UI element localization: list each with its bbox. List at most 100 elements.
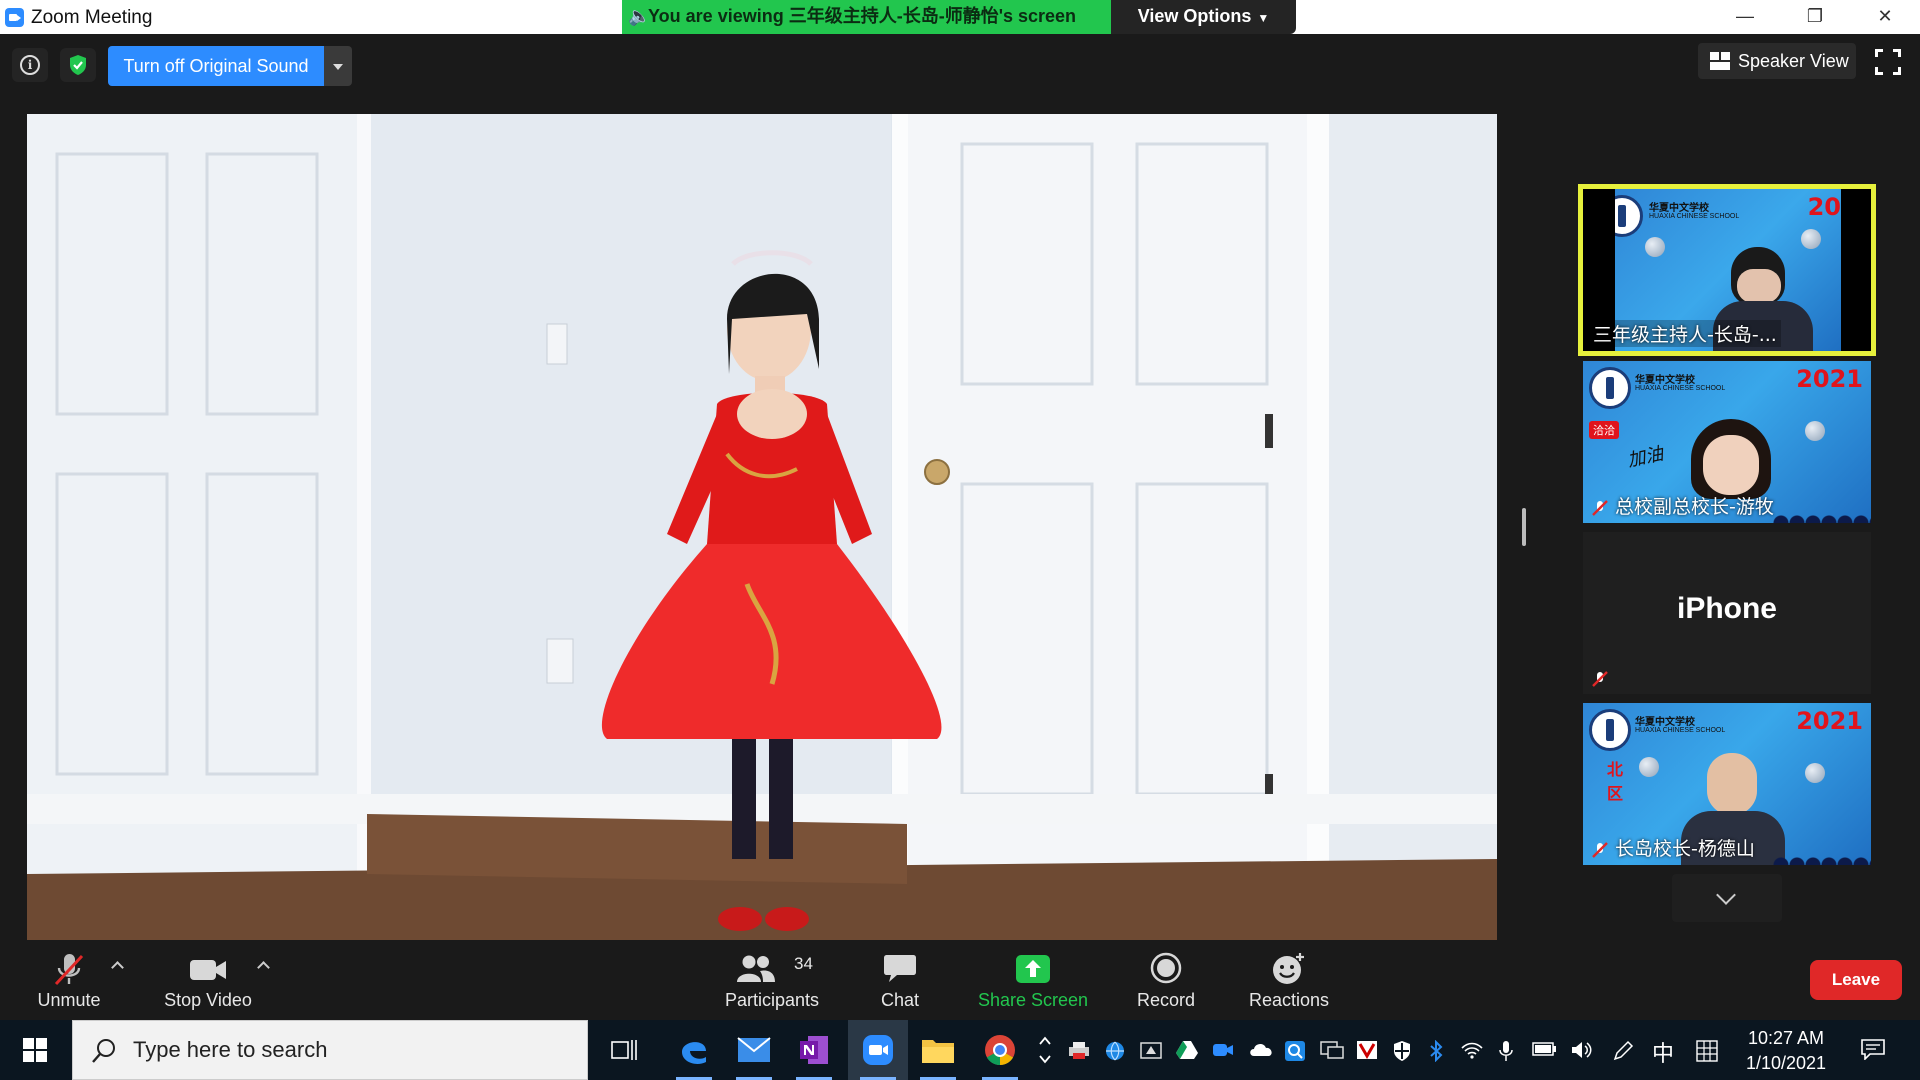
restore-button[interactable]: ❐ bbox=[1780, 0, 1850, 34]
task-view-icon bbox=[611, 1040, 637, 1060]
gallery-tile[interactable]: 华夏中文学校 HUAXIA CHINESE SCHOOL 20 三年级主持人-长… bbox=[1578, 184, 1876, 356]
tile-name: 三年级主持人-长岛-... bbox=[1589, 320, 1781, 347]
gallery-tile[interactable]: 华夏中文学校 HUAXIA CHINESE SCHOOL 2021 北区 长岛校… bbox=[1583, 703, 1871, 865]
speaker-view-button[interactable]: Speaker View bbox=[1698, 43, 1856, 79]
tray-display-icon[interactable] bbox=[1320, 1040, 1344, 1060]
title-bar: Zoom Meeting 🔈You are viewing 三年级主持人-长岛-… bbox=[0, 0, 1920, 34]
share-banner-text: You are viewing 三年级主持人-长岛-师静怡's screen bbox=[648, 6, 1077, 26]
record-label: Record bbox=[1136, 990, 1196, 1010]
unmute-button[interactable]: Unmute bbox=[24, 940, 114, 1020]
stop-video-button[interactable]: Stop Video bbox=[156, 940, 260, 1020]
tray-ime-language[interactable]: 中 bbox=[1652, 1036, 1676, 1067]
tray-overflow-chevron-icon[interactable] bbox=[1038, 1034, 1052, 1064]
search-icon bbox=[92, 1039, 115, 1063]
taskbar-edge[interactable] bbox=[664, 1020, 724, 1080]
tile-school-name: 华夏中文学校 bbox=[1635, 375, 1695, 386]
tray-battery-icon[interactable] bbox=[1532, 1040, 1556, 1060]
tray-wifi-icon[interactable] bbox=[1460, 1040, 1483, 1060]
record-button[interactable]: Record bbox=[1122, 940, 1210, 1020]
tile-school-name: 华夏中文学校 bbox=[1635, 717, 1695, 728]
zoom-window: Zoom Meeting 🔈You are viewing 三年级主持人-长岛-… bbox=[0, 0, 1920, 1080]
action-center-button[interactable] bbox=[1860, 1038, 1886, 1061]
video-options-caret[interactable] bbox=[256, 958, 270, 972]
reactions-button[interactable]: Reactions bbox=[1242, 940, 1336, 1020]
tray-defender-shield-icon[interactable] bbox=[1392, 1040, 1414, 1061]
participants-button[interactable]: 34 Participants bbox=[718, 940, 826, 1020]
taskbar-chrome[interactable] bbox=[970, 1020, 1030, 1080]
fullscreen-button[interactable] bbox=[1875, 49, 1901, 75]
video-frame bbox=[27, 114, 1497, 940]
gallery-scroll-down-button[interactable] bbox=[1672, 874, 1782, 922]
taskbar-clock[interactable]: 10:27 AM 1/10/2021 bbox=[1736, 1026, 1836, 1076]
tray-pen-icon[interactable] bbox=[1612, 1040, 1634, 1061]
tile-year: 20 bbox=[1807, 193, 1841, 221]
mic-muted-icon bbox=[1592, 671, 1608, 687]
onenote-icon bbox=[800, 1036, 828, 1064]
tray-globe-icon[interactable] bbox=[1104, 1040, 1126, 1061]
windows-start-button[interactable] bbox=[0, 1020, 70, 1080]
taskbar-search-box[interactable]: Type here to search bbox=[72, 1020, 588, 1080]
leave-button[interactable]: Leave bbox=[1810, 960, 1902, 1000]
original-sound-button[interactable]: Turn off Original Sound bbox=[108, 46, 324, 86]
participant-face bbox=[1737, 269, 1781, 303]
zoom-app-icon bbox=[5, 8, 24, 27]
microphone-graphic-icon bbox=[1805, 763, 1825, 783]
participants-icon bbox=[737, 955, 775, 982]
participant-face bbox=[1703, 435, 1759, 495]
clock-time: 10:27 AM bbox=[1747, 1028, 1825, 1048]
tray-google-drive-icon[interactable] bbox=[1176, 1040, 1198, 1060]
gallery-tile[interactable]: 华夏中文学校 HUAXIA CHINESE SCHOOL 2021 洽洽 加油 … bbox=[1583, 361, 1871, 523]
tray-onedrive-cloud-icon[interactable] bbox=[1248, 1040, 1272, 1060]
school-logo-icon bbox=[1615, 195, 1643, 237]
taskbar-onenote[interactable] bbox=[784, 1020, 844, 1080]
close-button[interactable]: ✕ bbox=[1850, 0, 1920, 34]
edge-browser-icon bbox=[682, 1042, 706, 1064]
stop-video-label: Stop Video bbox=[164, 990, 252, 1010]
taskbar-file-explorer[interactable] bbox=[908, 1020, 968, 1080]
tile-name: 长岛校长-杨德山 bbox=[1615, 838, 1755, 860]
audio-options-caret[interactable] bbox=[110, 958, 124, 972]
windows-taskbar: Type here to search 中 10:27 AM 1/10/2021 bbox=[0, 1020, 1920, 1080]
window-title: Zoom Meeting bbox=[31, 7, 153, 28]
tile-badge: 洽洽 bbox=[1589, 421, 1619, 439]
tile-year: 2021 bbox=[1796, 707, 1863, 735]
mail-icon bbox=[737, 1037, 771, 1062]
security-shield-button[interactable] bbox=[60, 48, 96, 82]
task-view-button[interactable] bbox=[594, 1020, 654, 1080]
tray-ime-mode-icon[interactable] bbox=[1696, 1040, 1718, 1062]
microphone-graphic-icon bbox=[1645, 237, 1665, 257]
mic-muted-icon bbox=[54, 954, 84, 986]
tile-school-en: HUAXIA CHINESE SCHOOL bbox=[1635, 727, 1726, 734]
tray-drive-icon[interactable] bbox=[1140, 1040, 1162, 1060]
minimize-button[interactable]: — bbox=[1710, 0, 1780, 34]
tray-printer-icon[interactable] bbox=[1068, 1040, 1090, 1060]
tray-search-app-icon[interactable] bbox=[1284, 1040, 1306, 1061]
participant-face bbox=[1707, 753, 1757, 815]
chat-button[interactable]: Chat bbox=[862, 940, 938, 1020]
microphone-graphic-icon bbox=[1639, 757, 1659, 777]
view-options-button[interactable]: View Options ▼ bbox=[1111, 0, 1296, 34]
tile-name-large: iPhone bbox=[1676, 592, 1777, 625]
participants-label: Participants bbox=[724, 990, 820, 1010]
search-placeholder: Type here to search bbox=[133, 1037, 328, 1062]
share-screen-button[interactable]: Share Screen bbox=[974, 940, 1092, 1020]
speaker-view-icon bbox=[1710, 52, 1730, 70]
tray-microphone-icon[interactable] bbox=[1498, 1040, 1520, 1061]
tile-name: 总校副总校长-游牧 bbox=[1615, 496, 1774, 518]
taskbar-mail[interactable] bbox=[724, 1020, 784, 1080]
tray-volume-icon[interactable] bbox=[1570, 1040, 1592, 1060]
windows-logo-icon bbox=[23, 1038, 47, 1062]
tile-region-text: 北区 bbox=[1607, 762, 1624, 803]
zoom-app-icon bbox=[863, 1035, 893, 1065]
microphone-graphic-icon bbox=[1801, 229, 1821, 249]
tray-bluetooth-icon[interactable] bbox=[1428, 1039, 1450, 1063]
split-resize-handle[interactable] bbox=[1522, 508, 1526, 546]
tray-zoom-icon[interactable] bbox=[1212, 1040, 1234, 1060]
taskbar-zoom[interactable] bbox=[848, 1020, 908, 1080]
reactions-label: Reactions bbox=[1248, 990, 1330, 1010]
gallery-tile[interactable]: iPhone bbox=[1583, 532, 1871, 694]
tray-vpn-icon[interactable] bbox=[1356, 1040, 1378, 1060]
share-screen-icon bbox=[1016, 955, 1050, 983]
original-sound-dropdown[interactable] bbox=[324, 46, 352, 86]
meeting-info-button[interactable]: i bbox=[12, 48, 48, 82]
